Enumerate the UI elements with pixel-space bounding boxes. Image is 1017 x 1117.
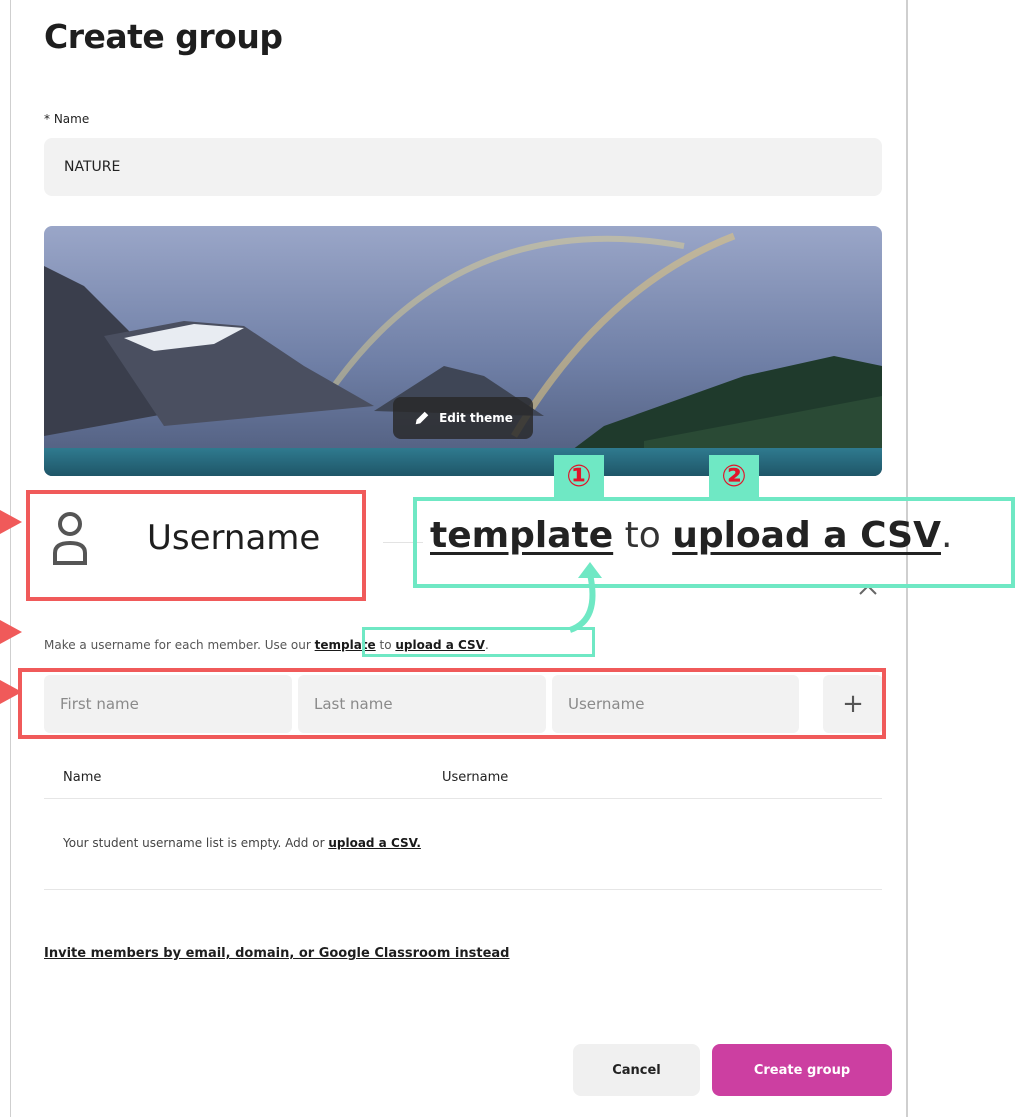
help-prefix: Make a username for each member. Use our bbox=[44, 638, 315, 652]
invite-members-link[interactable]: Invite members by email, domain, or Goog… bbox=[44, 946, 510, 961]
annotation-pointer-3 bbox=[0, 680, 22, 704]
zoom-middle: to bbox=[613, 515, 673, 556]
annotation-highlight-inputs bbox=[18, 668, 886, 739]
column-header-name: Name bbox=[63, 770, 102, 785]
edit-theme-label: Edit theme bbox=[439, 411, 513, 425]
empty-list-message: Your student username list is empty. Add… bbox=[63, 836, 421, 850]
group-name-input[interactable] bbox=[44, 138, 882, 196]
name-field-label: * Name bbox=[44, 112, 90, 126]
table-divider bbox=[44, 798, 882, 799]
zoom-csv: upload a CSV bbox=[672, 515, 941, 556]
pencil-icon bbox=[415, 411, 429, 425]
annotation-connector-arrow bbox=[568, 562, 602, 633]
empty-message-text: Your student username list is empty. Add… bbox=[63, 836, 329, 850]
annotation-pointer-1 bbox=[0, 510, 22, 534]
cancel-button[interactable]: Cancel bbox=[573, 1044, 700, 1096]
table-bottom-divider bbox=[44, 889, 882, 890]
annotation-badge-1: ① bbox=[554, 455, 604, 497]
empty-upload-csv-link[interactable]: upload a CSV. bbox=[328, 836, 421, 850]
annotation-zoom-text: template to upload a CSV. bbox=[430, 515, 952, 556]
annotation-pointer-2 bbox=[0, 620, 22, 644]
zoom-template: template bbox=[430, 515, 614, 556]
column-header-username: Username bbox=[442, 770, 509, 785]
dialog-title: Create group bbox=[44, 17, 283, 56]
create-group-button[interactable]: Create group bbox=[712, 1044, 892, 1096]
annotation-highlight-username bbox=[26, 490, 366, 601]
edit-theme-button[interactable]: Edit theme bbox=[393, 397, 533, 439]
zoom-suffix: . bbox=[940, 515, 953, 556]
annotation-badge-2: ② bbox=[709, 455, 759, 497]
